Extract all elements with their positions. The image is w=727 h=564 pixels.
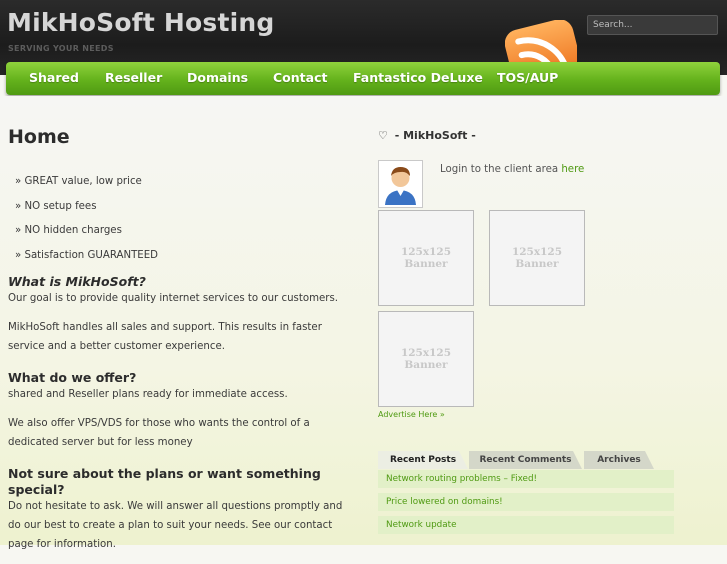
login-link[interactable]: here	[561, 164, 584, 175]
nav-item-reseller[interactable]: Reseller	[105, 70, 162, 85]
section-heading: What do we offer?	[8, 370, 137, 385]
nav-item-fantastico[interactable]: Fantastico DeLuxe	[353, 70, 483, 85]
login-text: Login to the client area here	[440, 164, 584, 175]
nav-item-contact[interactable]: Contact	[273, 70, 327, 85]
widget-title: ♡ - MikHoSoft -	[378, 129, 476, 142]
main-nav: Shared Reseller Domains Contact Fantasti…	[6, 62, 720, 95]
recent-posts-list: Network routing problems – Fixed! Price …	[378, 470, 718, 539]
banner-label: Banner	[515, 258, 559, 270]
nav-item-domains[interactable]: Domains	[187, 70, 248, 85]
user-avatar-icon	[378, 160, 423, 208]
list-item: » Satisfaction GUARANTEED	[15, 249, 159, 261]
nav-item-tos[interactable]: TOS/AUP	[497, 70, 558, 85]
banner-size: 125x125	[511, 246, 563, 258]
widget-title-text: - MikHoSoft -	[394, 129, 476, 142]
page-title: Home	[8, 126, 70, 148]
advertise-link[interactable]: Advertise Here »	[378, 410, 445, 419]
section-heading: Not sure about the plans or want somethi…	[8, 466, 321, 497]
banner-label: Banner	[404, 359, 448, 371]
paragraph: Our goal is to provide quality internet …	[8, 293, 338, 304]
section-offer: What do we offer? shared and Reseller pl…	[8, 370, 358, 462]
banner-label: Banner	[404, 258, 448, 270]
heart-icon: ♡	[378, 129, 388, 142]
banner-ad[interactable]: 125x125 Banner	[489, 210, 585, 306]
list-item[interactable]: Price lowered on domains!	[378, 493, 674, 511]
nav-item-shared[interactable]: Shared	[29, 70, 79, 85]
banner-ad[interactable]: 125x125 Banner	[378, 311, 474, 407]
paragraph: MikHoSoft handles all sales and support.…	[8, 321, 322, 352]
tab-recent-posts[interactable]: Recent Posts	[378, 451, 468, 469]
tab-recent-comments[interactable]: Recent Comments	[469, 451, 582, 469]
section-what-is: What is MikHoSoft? Our goal is to provid…	[8, 274, 358, 366]
tab-archives[interactable]: Archives	[584, 451, 654, 469]
section-heading: What is MikHoSoft?	[8, 274, 146, 289]
posts-tabs: Recent Posts Recent Comments Archives	[378, 451, 718, 469]
banner-size: 125x125	[400, 347, 452, 359]
site-tagline: SERVING YOUR NEEDS	[8, 44, 114, 53]
list-item: » NO hidden charges	[15, 225, 122, 236]
feature-list: » GREAT value, low price » NO setup fees…	[15, 176, 158, 274]
paragraph: shared and Reseller plans ready for imme…	[8, 389, 288, 400]
list-item[interactable]: Network routing problems – Fixed!	[378, 470, 674, 488]
paragraph: We also offer VPS/VDS for those who want…	[8, 417, 310, 448]
banner-ad[interactable]: 125x125 Banner	[378, 210, 474, 306]
site-title[interactable]: MikHoSoft Hosting	[7, 8, 274, 37]
search-input[interactable]	[587, 15, 718, 35]
list-item[interactable]: Network update	[378, 516, 674, 534]
list-item: » GREAT value, low price	[15, 176, 142, 187]
page-content: Home » GREAT value, low price » NO setup…	[0, 96, 727, 550]
login-label: Login to the client area	[440, 164, 559, 175]
list-item: » NO setup fees	[15, 200, 97, 212]
paragraph: Do not hesitate to ask. We will answer a…	[8, 501, 343, 550]
banner-size: 125x125	[400, 246, 452, 258]
rss-icon[interactable]	[505, 20, 577, 68]
section-special: Not sure about the plans or want somethi…	[8, 466, 358, 564]
